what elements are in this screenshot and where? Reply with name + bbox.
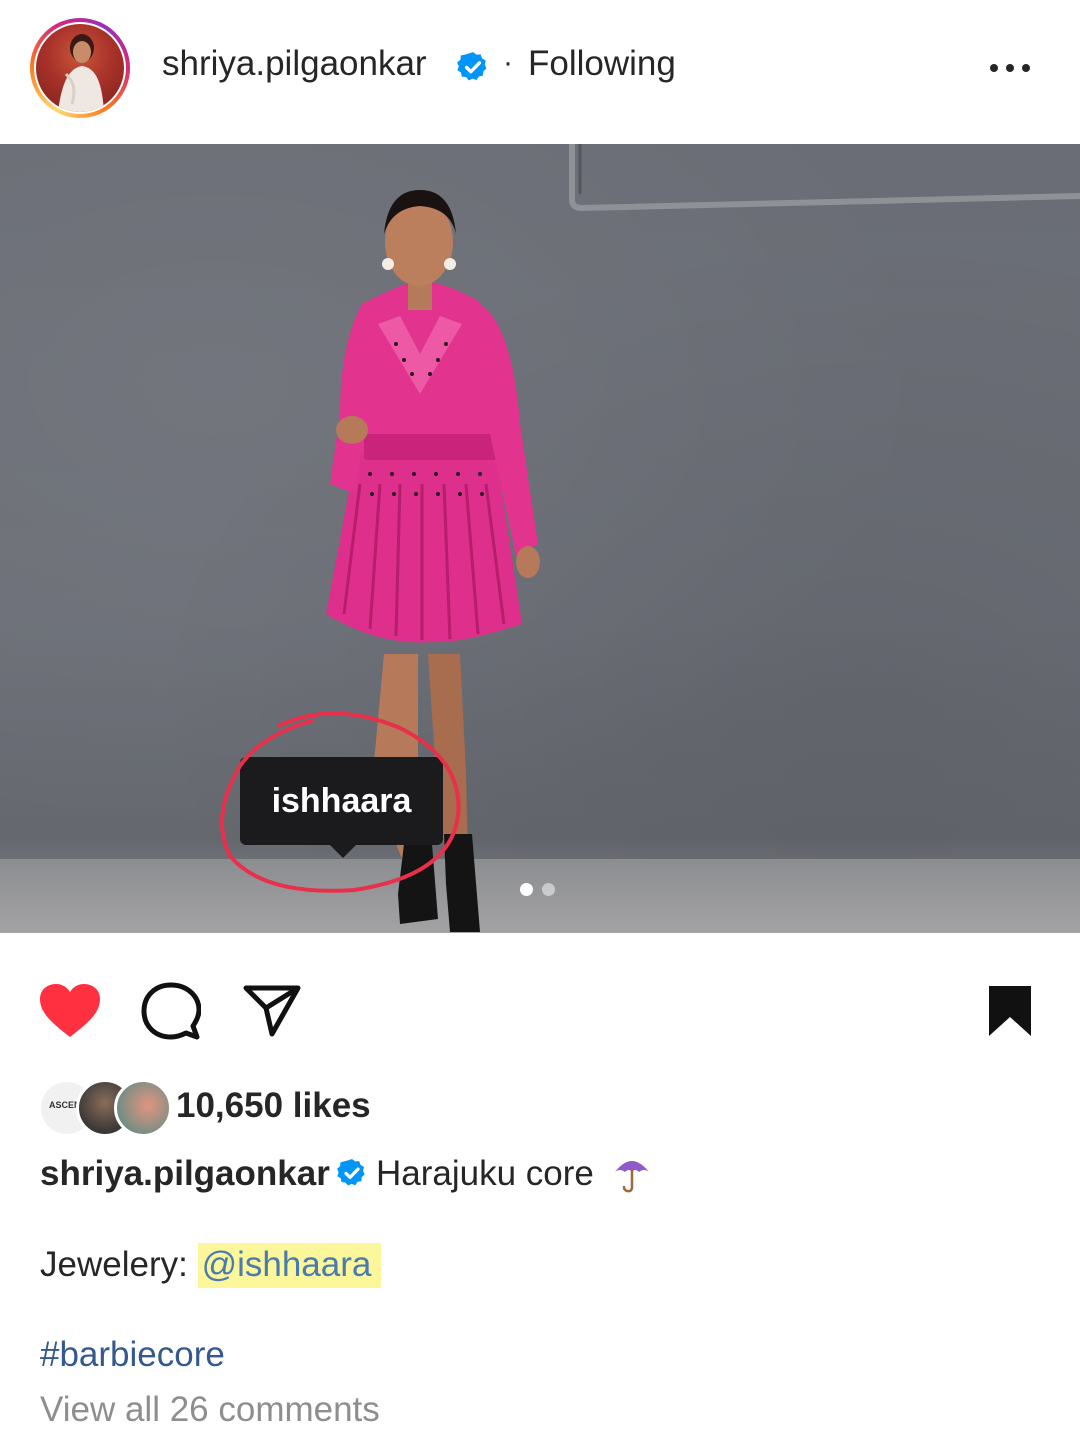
carousel-dot-active bbox=[520, 883, 533, 896]
post-photo[interactable]: ishhaara bbox=[0, 144, 1080, 933]
profile-avatar[interactable] bbox=[30, 18, 130, 118]
carousel-indicator bbox=[520, 883, 560, 899]
hashtag-link[interactable]: #barbiecore bbox=[40, 1335, 225, 1375]
liker-avatars[interactable]: ASCEN bbox=[38, 1079, 172, 1137]
share-send-icon[interactable] bbox=[242, 984, 302, 1038]
avatar-photo bbox=[36, 24, 124, 112]
caption-username[interactable]: shriya.pilgaonkar bbox=[40, 1154, 330, 1194]
mention-link-ishhaara[interactable]: @ishhaara bbox=[197, 1243, 382, 1288]
red-circle-annotation bbox=[220, 711, 461, 893]
carousel-dot bbox=[542, 883, 555, 896]
verified-badge-icon bbox=[337, 1159, 365, 1186]
view-all-comments-link[interactable]: View all 26 comments bbox=[40, 1390, 380, 1430]
saved-bookmark-icon[interactable] bbox=[985, 983, 1035, 1039]
wall-pipe bbox=[569, 144, 1080, 212]
header-username[interactable]: shriya.pilgaonkar bbox=[162, 44, 427, 84]
umbrella-emoji-icon bbox=[615, 1161, 649, 1193]
jewelry-credit-line: Jewelery: @ishhaara bbox=[40, 1243, 382, 1288]
comment-icon[interactable] bbox=[141, 982, 201, 1042]
header-separator: · bbox=[503, 46, 513, 79]
post-header: shriya.pilgaonkar · Following bbox=[0, 0, 1080, 144]
likes-count[interactable]: 10,650 likes bbox=[176, 1086, 371, 1126]
more-options-icon[interactable] bbox=[988, 56, 1032, 80]
verified-badge-icon bbox=[457, 52, 487, 81]
jewelry-label: Jewelery: bbox=[40, 1245, 188, 1284]
avatar-figure bbox=[58, 34, 104, 112]
following-button[interactable]: Following bbox=[528, 44, 676, 84]
like-heart-icon[interactable] bbox=[38, 983, 102, 1039]
caption-text: Harajuku core bbox=[376, 1154, 594, 1193]
liker-avatar bbox=[114, 1079, 172, 1137]
